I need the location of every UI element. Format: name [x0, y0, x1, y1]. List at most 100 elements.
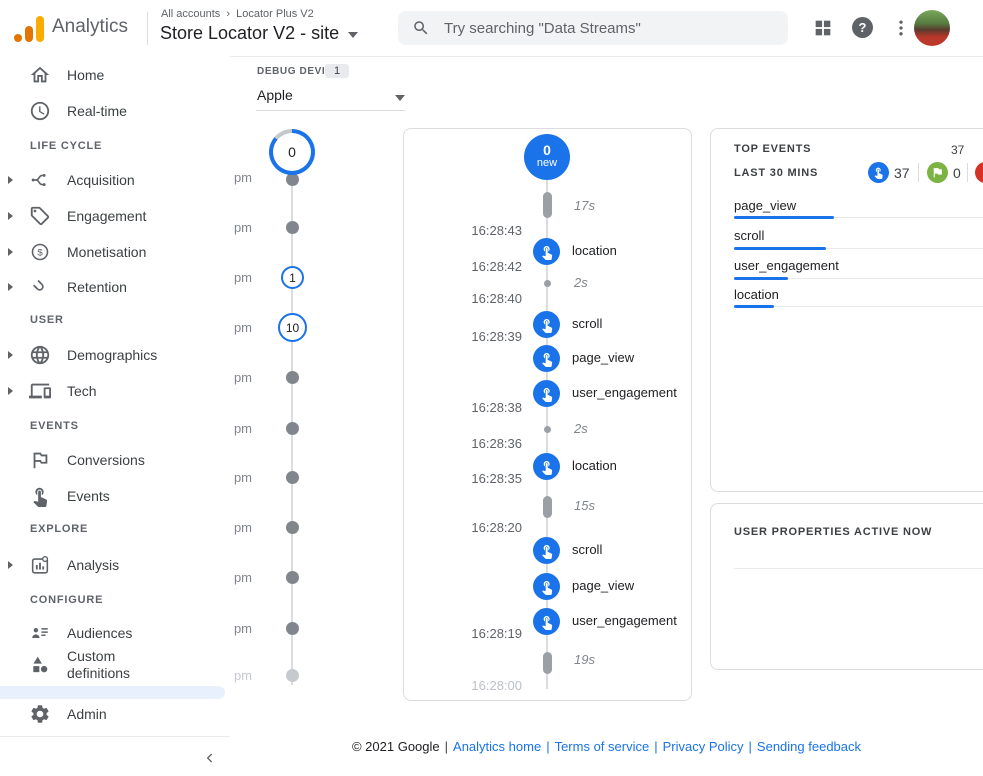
minutes-summary-circle[interactable]: 0 [269, 129, 315, 175]
gap-duration: 19s [574, 651, 595, 669]
sidebar-item-admin[interactable]: Admin [0, 696, 229, 732]
help-glyph: ? [859, 20, 867, 35]
touch-event-icon [539, 543, 555, 559]
minute-tick-dot[interactable] [286, 422, 299, 435]
debug-device-count-badge: 1 [325, 64, 349, 78]
top-app-bar: Analytics All accounts › Locator Plus V2… [0, 0, 983, 57]
event-circle[interactable] [533, 453, 560, 480]
conversion-flag-counter-icon[interactable] [927, 162, 948, 183]
minute-tick-label: pm [208, 421, 252, 436]
event-label[interactable]: user_engagement [572, 612, 677, 630]
property-switcher[interactable]: Store Locator V2 - site [160, 23, 358, 44]
event-label[interactable]: scroll [572, 315, 602, 333]
event-label[interactable]: scroll [572, 541, 602, 559]
event-circle[interactable] [533, 380, 560, 407]
sidebar-item-acquisition[interactable]: Acquisition [0, 162, 229, 198]
breadcrumb-property-group[interactable]: Locator Plus V2 [236, 8, 314, 20]
expand-arrow-icon[interactable] [8, 351, 24, 359]
sidebar-divider [0, 736, 230, 737]
nav-sidebar: Home Real-time LIFE CYCLE Acquisition En… [0, 56, 230, 776]
expand-arrow-icon[interactable] [8, 561, 24, 569]
minute-tick-dot[interactable] [286, 371, 299, 384]
minute-tick-dot[interactable] [286, 669, 299, 682]
shapes-icon [29, 654, 51, 676]
stream-head-circle[interactable]: 0 new [524, 134, 570, 180]
collapse-sidebar-button[interactable] [196, 744, 224, 772]
minute-tick-dot[interactable] [286, 571, 299, 584]
footer-link-terms[interactable]: Terms of service [555, 739, 650, 754]
sidebar-item-realtime[interactable]: Real-time [0, 93, 229, 129]
sidebar-item-monetisation[interactable]: $ Monetisation [0, 234, 229, 270]
chart-icon [29, 554, 51, 576]
flag-icon [29, 449, 51, 471]
minute-tick-circle[interactable]: 1 [281, 266, 304, 289]
event-circle[interactable] [533, 537, 560, 564]
footer-link-feedback[interactable]: Sending feedback [757, 739, 861, 754]
more-vert-icon[interactable] [891, 18, 911, 43]
minute-tick-dot[interactable] [286, 521, 299, 534]
search-bar[interactable] [398, 11, 788, 45]
touch-event-icon [539, 579, 555, 595]
top-event-row-name[interactable]: page_view [734, 198, 796, 213]
user-avatar[interactable] [914, 10, 950, 46]
section-header-lifecycle: LIFE CYCLE [30, 140, 102, 152]
top-event-row-name[interactable]: location [734, 287, 779, 302]
sidebar-item-retention[interactable]: Retention [0, 269, 229, 305]
minute-tick-label: pm [208, 621, 252, 636]
expand-arrow-icon[interactable] [8, 283, 24, 291]
svg-text:$: $ [37, 247, 43, 258]
expand-arrow-icon[interactable] [8, 248, 24, 256]
counter-divider [967, 163, 968, 182]
sidebar-item-engagement[interactable]: Engagement [0, 198, 229, 234]
minutes-summary-value: 0 [269, 129, 315, 175]
footer-link-analytics-home[interactable]: Analytics home [453, 739, 541, 754]
sidebar-item-home[interactable]: Home [0, 57, 229, 93]
event-label[interactable]: location [572, 242, 617, 260]
minute-tick-circle[interactable]: 10 [278, 313, 307, 342]
breadcrumb-account[interactable]: All accounts [161, 8, 220, 20]
minute-tick-dot[interactable] [286, 221, 299, 234]
sidebar-item-events[interactable]: Events [0, 478, 229, 514]
minute-tick-dot[interactable] [286, 471, 299, 484]
event-label[interactable]: user_engagement [572, 384, 677, 402]
event-label[interactable]: location [572, 457, 617, 475]
expand-arrow-icon[interactable] [8, 212, 24, 220]
sidebar-item-conversions[interactable]: Conversions [0, 442, 229, 478]
debug-device-value: Apple [257, 87, 293, 103]
dollar-icon: $ [29, 241, 51, 263]
footer-link-privacy[interactable]: Privacy Policy [663, 739, 744, 754]
sidebar-item-label: Events [67, 488, 110, 505]
event-count-bar [734, 247, 826, 250]
chevron-down-icon [395, 95, 405, 101]
debug-device-select[interactable]: Apple [257, 87, 405, 105]
touch-event-counter-icon[interactable] [868, 162, 889, 183]
apps-grid-icon[interactable] [812, 17, 834, 44]
top-event-row-name[interactable]: user_engagement [734, 258, 839, 273]
expand-arrow-icon[interactable] [8, 387, 24, 395]
touch-event-icon [539, 614, 555, 630]
top-event-row-name[interactable]: scroll [734, 228, 764, 243]
acquisition-icon [29, 169, 51, 191]
event-label[interactable]: page_view [572, 349, 634, 367]
event-label[interactable]: page_view [572, 577, 634, 595]
event-circle[interactable] [533, 238, 560, 265]
event-circle[interactable] [533, 345, 560, 372]
footer-separator: | [654, 739, 657, 754]
minute-tick-dot[interactable] [286, 622, 299, 635]
gap-dot [544, 426, 551, 433]
counter-divider [918, 163, 919, 182]
event-circle[interactable] [533, 311, 560, 338]
search-input[interactable] [442, 19, 774, 38]
sidebar-item-analysis[interactable]: Analysis [0, 547, 229, 583]
help-icon[interactable]: ? [852, 17, 873, 38]
product-name: Analytics [52, 16, 128, 38]
home-icon [29, 64, 51, 86]
sidebar-item-demographics[interactable]: Demographics [0, 337, 229, 373]
event-circle[interactable] [533, 608, 560, 635]
error-counter-icon[interactable] [975, 162, 983, 183]
expand-arrow-icon[interactable] [8, 176, 24, 184]
analytics-logo-icon[interactable] [14, 14, 44, 42]
sidebar-item-tech[interactable]: Tech [0, 373, 229, 409]
sidebar-item-custom-definitions[interactable]: Custom definitions [0, 643, 229, 687]
event-circle[interactable] [533, 573, 560, 600]
